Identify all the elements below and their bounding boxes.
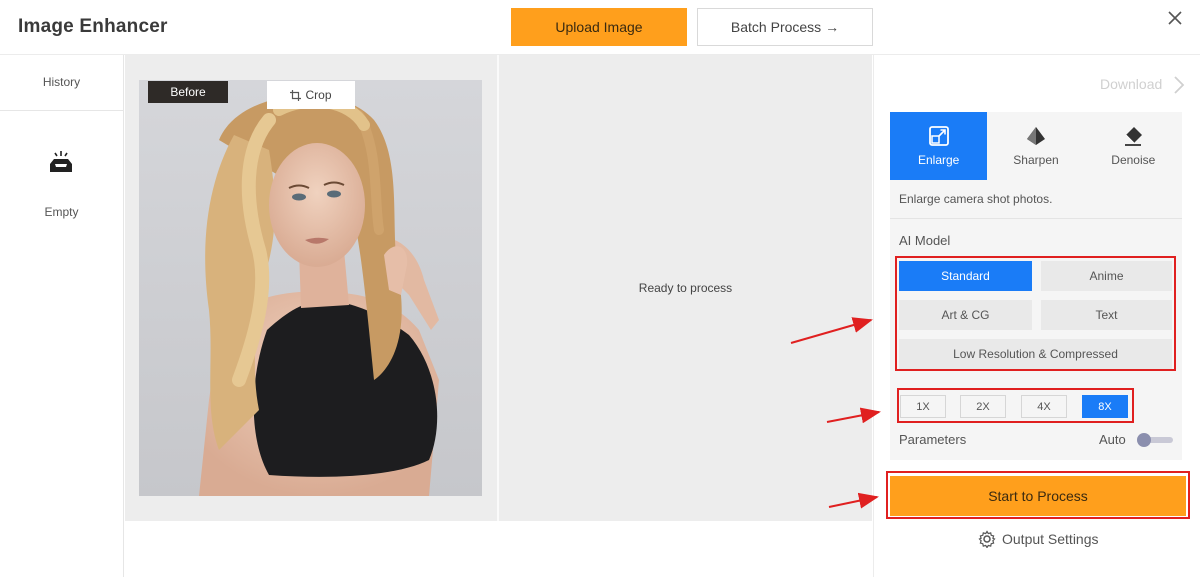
app-title: Image Enhancer (18, 16, 168, 37)
auto-label: Auto (1099, 432, 1126, 447)
output-settings-label: Output Settings (1002, 531, 1099, 547)
before-label: Before (148, 81, 228, 103)
description-divider (890, 218, 1182, 219)
enlarge-icon (928, 126, 949, 146)
tab-sharpen-label: Sharpen (1013, 153, 1059, 167)
batch-process-button[interactable]: Batch Process → (697, 8, 873, 46)
auto-toggle[interactable] (1137, 433, 1173, 447)
tab-enlarge-label: Enlarge (917, 153, 960, 167)
model-anime-button[interactable]: Anime (1041, 261, 1172, 291)
history-divider (0, 110, 123, 111)
history-panel: History Empty (0, 55, 124, 577)
download-button[interactable]: Download (1100, 76, 1162, 92)
output-settings-button[interactable]: Output Settings (978, 530, 1099, 548)
gear-icon (978, 530, 996, 548)
tab-enlarge[interactable]: Enlarge (890, 112, 988, 180)
model-art-cg-button[interactable]: Art & CG (899, 300, 1032, 330)
eraser-icon (1125, 127, 1143, 146)
upload-image-button[interactable]: Upload Image (511, 8, 687, 46)
chevron-right-icon[interactable] (1173, 75, 1185, 95)
model-standard-button[interactable]: Standard (899, 261, 1032, 291)
scale-1x-button[interactable]: 1X (900, 395, 946, 418)
empty-tray-icon (50, 151, 72, 172)
parameters-label: Parameters (899, 432, 967, 447)
close-icon[interactable] (1165, 8, 1185, 28)
model-text-button[interactable]: Text (1041, 300, 1172, 330)
scale-4x-button[interactable]: 4X (1021, 395, 1067, 418)
scale-8x-button[interactable]: 8X (1082, 395, 1128, 418)
mode-description: Enlarge camera shot photos. (899, 192, 1053, 206)
crop-label: Crop (305, 88, 332, 102)
uploaded-photo (139, 80, 482, 496)
history-empty-label: Empty (44, 205, 79, 219)
ai-model-label: AI Model (899, 233, 951, 248)
toggle-knob (1137, 433, 1151, 447)
scale-2x-button[interactable]: 2X (960, 395, 1006, 418)
mode-tabs: Enlarge Sharpen Denoise (890, 112, 1182, 180)
crop-button[interactable]: Crop (267, 81, 355, 109)
ready-status-text: Ready to process (638, 281, 733, 295)
model-low-resolution-button[interactable]: Low Resolution & Compressed (899, 339, 1172, 369)
sharpen-icon (1026, 127, 1045, 145)
history-title: History (42, 75, 81, 89)
start-process-button[interactable]: Start to Process (890, 476, 1186, 516)
tab-sharpen[interactable]: Sharpen (987, 112, 1084, 180)
tab-denoise[interactable]: Denoise (1085, 112, 1182, 180)
tab-denoise-label: Denoise (1111, 153, 1156, 167)
crop-icon (290, 89, 302, 101)
